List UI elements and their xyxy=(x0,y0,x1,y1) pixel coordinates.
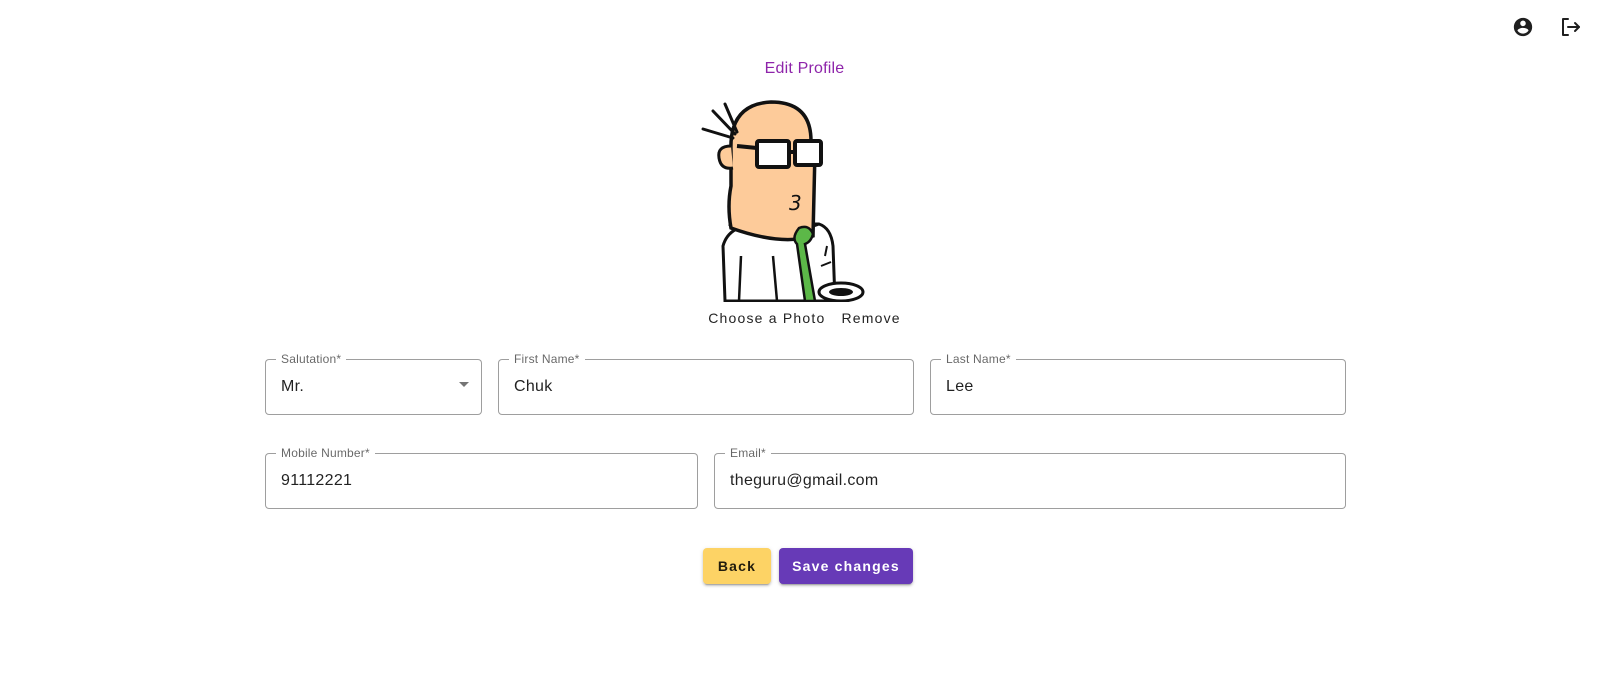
account-circle-icon[interactable] xyxy=(1510,14,1536,40)
remove-photo-button[interactable]: Remove xyxy=(841,308,900,328)
last-name-input[interactable]: Lee xyxy=(946,360,1305,414)
mobile-number-field[interactable]: Mobile Number* 91112221 xyxy=(265,446,698,509)
photo-actions: Choose a Photo Remove xyxy=(0,308,1597,328)
mobile-number-input[interactable]: 91112221 xyxy=(281,454,657,508)
email-field[interactable]: Email* theguru@gmail.com xyxy=(714,446,1346,509)
profile-avatar-image: 3 xyxy=(701,96,881,303)
last-name-field[interactable]: Last Name* Lee xyxy=(930,352,1346,415)
back-button[interactable]: Back xyxy=(703,548,771,584)
choose-photo-button[interactable]: Choose a Photo xyxy=(708,308,825,328)
svg-text:3: 3 xyxy=(789,191,802,215)
salutation-value: Mr. xyxy=(281,378,305,395)
email-input[interactable]: theguru@gmail.com xyxy=(730,454,1305,508)
save-changes-button[interactable]: Save changes xyxy=(779,548,913,584)
logout-icon[interactable] xyxy=(1557,14,1583,40)
page-title: Edit Profile xyxy=(764,60,845,77)
first-name-input[interactable]: Chuk xyxy=(514,360,873,414)
dropdown-arrow-icon[interactable] xyxy=(459,382,469,387)
salutation-select[interactable]: Salutation* Mr. xyxy=(265,352,482,415)
first-name-field[interactable]: First Name* Chuk xyxy=(498,352,914,415)
